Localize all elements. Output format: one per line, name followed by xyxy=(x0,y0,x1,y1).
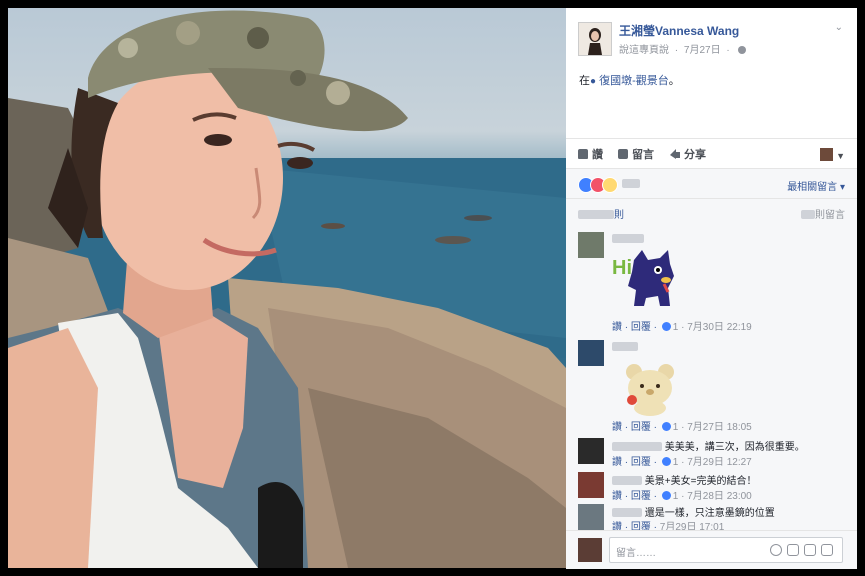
commenter-avatar[interactable] xyxy=(578,438,604,464)
pin-icon: ● xyxy=(590,76,597,87)
comment-footer: 讚 · 回覆 · 1 · 7月29日 12:27 xyxy=(612,453,752,468)
comment-sort-selector[interactable]: 最相關留言 ▾ xyxy=(787,178,845,193)
checkin-prefix: 在 xyxy=(579,75,590,87)
comment-text: 美美美，講三次，因為很重要。 xyxy=(664,442,805,453)
like-label: 讚 xyxy=(592,149,603,161)
checkin-line: 在● 復國墩-觀景台。 xyxy=(579,72,680,88)
meta-separator-2: · xyxy=(726,45,730,56)
bear-sticker-image xyxy=(626,364,674,416)
comment-count-suffix: 則留言 xyxy=(815,210,845,221)
author-avatar[interactable] xyxy=(578,22,612,56)
comment-item: 美景+美女=完美的結合！ 讚 · 回覆 · 1 · 7月28日 23:00 xyxy=(566,468,857,502)
commenter-name: 美美美，講三次，因為很重要。 xyxy=(612,438,805,453)
comment-label: 留言 xyxy=(632,149,654,161)
globe-icon xyxy=(737,46,746,54)
view-previous-comments-link[interactable]: 則 xyxy=(578,206,624,221)
blurred-name[interactable] xyxy=(612,508,642,517)
viewer-avatar xyxy=(820,148,834,162)
emoji-icon[interactable] xyxy=(770,544,782,556)
thumbs-up-icon xyxy=(661,491,671,500)
view-more-comments[interactable]: 則 則留言 xyxy=(566,198,857,225)
comment-footer: 讚 · 回覆 · 1 · 7月27日 18:05 xyxy=(612,418,752,433)
comment-like-count: 1 xyxy=(672,457,679,468)
commenter-avatar[interactable] xyxy=(578,504,604,530)
blurred-count xyxy=(801,210,815,219)
commenter-name[interactable] xyxy=(612,342,638,353)
comment-time[interactable]: · 7月29日 12:27 xyxy=(681,457,752,468)
dog-hi-sticker[interactable]: Hi! xyxy=(612,246,682,313)
comment-footer: 讚 · 回覆 · 1 · 7月30日 22:19 xyxy=(612,318,752,333)
reactions-bar: 最相關留言 ▾ xyxy=(566,168,857,199)
page-label[interactable]: 說這專頁說 xyxy=(619,45,669,56)
author-name[interactable]: 王湘瑩Vannesa Wang xyxy=(619,22,739,39)
gif-icon[interactable] xyxy=(804,544,816,556)
comment-list: Hi! 讚 · 回覆 · 1 · 7月30日 22:19 讚 · 回覆 · 1 … xyxy=(566,224,857,533)
post-photo[interactable] xyxy=(8,8,566,568)
bear-sticker[interactable] xyxy=(622,360,678,421)
checkin-place[interactable]: 復國墩-觀景台 xyxy=(599,75,669,87)
commenter-avatar[interactable] xyxy=(578,232,604,258)
camera-icon[interactable] xyxy=(787,544,799,556)
post-header: 王湘瑩Vannesa Wang 說這專頁說 · 7月27日 · ⌄ 在● 復國墩… xyxy=(566,8,857,138)
thumbs-up-icon xyxy=(578,149,588,159)
share-label: 分享 xyxy=(684,149,706,161)
like-button[interactable]: 讚 xyxy=(578,146,603,162)
reaction-count-blurred[interactable] xyxy=(622,179,640,188)
blurred-name[interactable] xyxy=(612,476,642,485)
commenter-avatar[interactable] xyxy=(578,340,604,366)
sort-label: 最相關留言 xyxy=(787,182,838,193)
author-avatar-image xyxy=(579,23,611,55)
share-arrow-icon xyxy=(670,149,680,159)
selfie-photo xyxy=(8,10,566,568)
thumbs-up-icon xyxy=(661,422,671,431)
comment-item: 讚 · 回覆 · 1 · 7月27日 18:05 xyxy=(566,332,857,433)
comment-item: 還是一樣，只注意墨鏡的位置 讚 · 回覆 · 7月29日 17:01 xyxy=(566,500,857,533)
comment-composer: 留言…… xyxy=(566,530,857,569)
comment-button[interactable]: 留言 xyxy=(618,146,654,162)
post-actions: 讚 留言 分享 ▼ xyxy=(566,138,857,169)
view-more-suffix: 則 xyxy=(614,210,624,221)
commenter-name: 美景+美女=完美的結合！ xyxy=(612,472,756,487)
haha-reaction-icon[interactable] xyxy=(602,177,618,193)
caret-down-icon: ▾ xyxy=(839,182,845,193)
sticker-icon[interactable] xyxy=(821,544,833,556)
thumbs-up-icon xyxy=(661,322,671,331)
comment-actions[interactable]: 讚 · 回覆 · xyxy=(612,457,657,468)
comment-count: 則留言 xyxy=(801,206,845,221)
commenter-avatar[interactable] xyxy=(578,472,604,498)
dog-sticker-image: Hi! xyxy=(612,250,674,306)
post-date[interactable]: 7月27日 xyxy=(684,45,721,56)
post-panel: 王湘瑩Vannesa Wang 說這專頁說 · 7月27日 · ⌄ 在● 復國墩… xyxy=(566,8,857,569)
speech-bubble-icon xyxy=(618,149,628,159)
blurred-count xyxy=(578,210,614,219)
viewer-avatar xyxy=(578,538,602,562)
blurred-name[interactable] xyxy=(612,442,662,451)
post-meta: 說這專頁說 · 7月27日 · xyxy=(619,41,746,56)
comment-placeholder: 留言…… xyxy=(616,548,656,559)
thumbs-up-icon xyxy=(661,457,671,466)
meta-separator: · xyxy=(674,45,679,56)
chevron-down-icon[interactable]: ⌄ xyxy=(835,22,843,33)
blurred-name xyxy=(612,234,644,243)
post-as-selector[interactable]: ▼ xyxy=(820,146,845,164)
comment-input[interactable]: 留言…… xyxy=(609,537,843,563)
comment-item: Hi! 讚 · 回覆 · 1 · 7月30日 22:19 xyxy=(566,224,857,333)
share-button[interactable]: 分享 xyxy=(670,146,706,162)
commenter-name: 還是一樣，只注意墨鏡的位置 xyxy=(612,504,775,519)
commenter-name[interactable] xyxy=(612,234,644,245)
checkin-suffix: 。 xyxy=(668,75,680,87)
comment-text: 美景+美女=完美的結合！ xyxy=(644,476,757,487)
caret-down-icon: ▼ xyxy=(836,151,845,161)
comment-item: 美美美，講三次，因為很重要。 讚 · 回覆 · 1 · 7月29日 12:27 xyxy=(566,432,857,468)
blurred-name xyxy=(612,342,638,351)
